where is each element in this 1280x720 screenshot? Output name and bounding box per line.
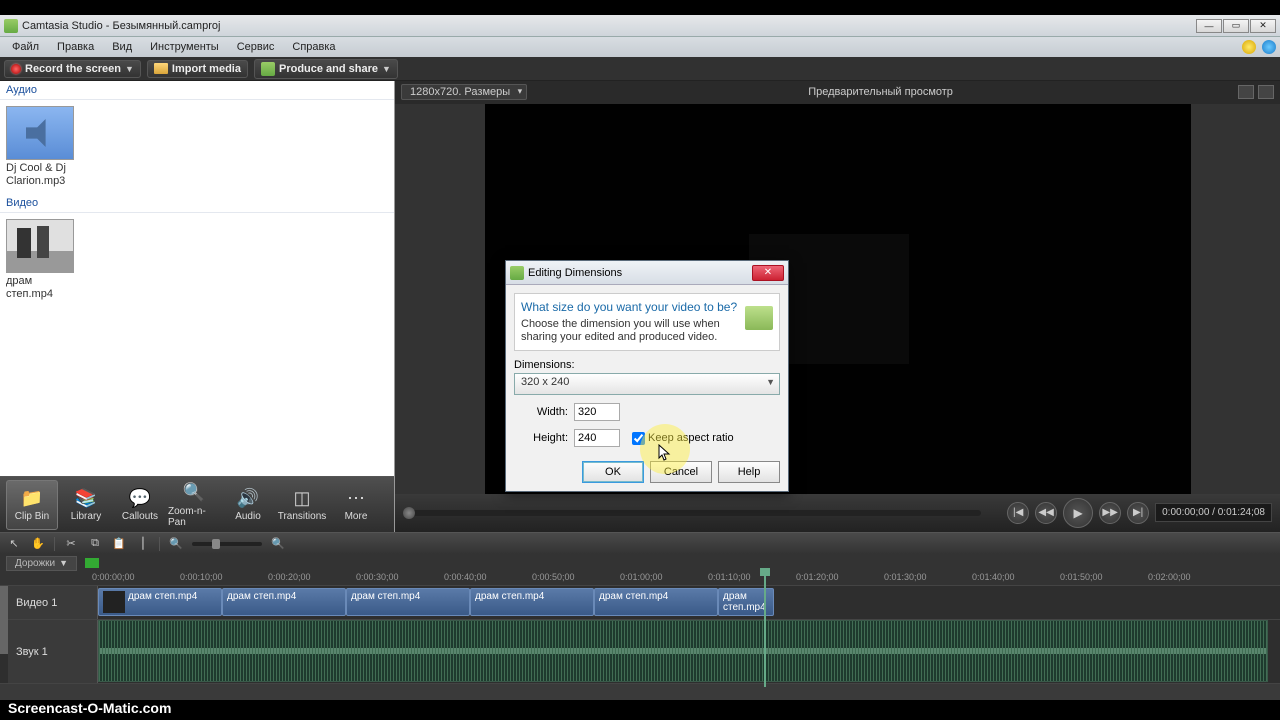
zoom-in-icon[interactable]: 🔍	[270, 536, 286, 552]
record-icon	[11, 64, 21, 74]
preview-snapshot-icon[interactable]	[1238, 85, 1254, 99]
step-forward-button[interactable]: ▶▶	[1099, 502, 1121, 524]
import-media-button[interactable]: Import media	[147, 60, 248, 78]
preview-dimensions-dropdown[interactable]: 1280x720. Размеры	[401, 84, 527, 100]
clip-bin-panel: Аудио Dj Cool & Dj Clarion.mp3 Видео дра…	[0, 81, 395, 532]
playback-controls: |◀ ◀◀ ▶ ▶▶ ▶| 0:00:00;00 / 0:01:24;08	[395, 494, 1280, 532]
split-tool-icon[interactable]: ⎮	[135, 536, 151, 552]
audio-track-1[interactable]: Звук 1	[0, 620, 1280, 684]
main-toolbar: Record the screen▼ Import media Produce …	[0, 57, 1280, 81]
minimize-button[interactable]: —	[1196, 19, 1222, 33]
next-clip-button[interactable]: ▶|	[1127, 502, 1149, 524]
timeline-ruler[interactable]: 0:00:00;000:00:10;000:00:20;000:00:30;00…	[0, 572, 1280, 586]
copy-tool-icon[interactable]: ⧉	[87, 536, 103, 552]
menu-edit[interactable]: Правка	[49, 39, 102, 55]
tab-transitions[interactable]: ◫Transitions	[276, 480, 328, 530]
cut-tool-icon[interactable]: ✂	[63, 536, 79, 552]
dimensions-dropdown[interactable]: 320 x 240	[514, 373, 780, 395]
dialog-titlebar[interactable]: Editing Dimensions ✕	[506, 261, 788, 285]
dialog-logo-icon	[745, 306, 773, 330]
video-track-1[interactable]: Видео 1 драм степ.mp4 драм степ.mp4 драм…	[0, 586, 1280, 620]
produce-share-button[interactable]: Produce and share▼	[254, 59, 398, 79]
prev-clip-button[interactable]: |◀	[1007, 502, 1029, 524]
cancel-button[interactable]: Cancel	[650, 461, 712, 483]
marker-indicator	[85, 558, 99, 568]
tool-tabs: 📁Clip Bin 📚Library 💬Callouts 🔍Zoom-n-Pan…	[0, 476, 394, 532]
height-input[interactable]	[574, 429, 620, 447]
tips-icon[interactable]	[1242, 40, 1256, 54]
window-titlebar: Camtasia Studio - Безымянный.camproj — ▭…	[0, 15, 1280, 37]
menu-service[interactable]: Сервис	[229, 39, 283, 55]
time-display: 0:00:00;00 / 0:01:24;08	[1155, 503, 1272, 522]
window-title: Camtasia Studio - Безымянный.camproj	[22, 20, 220, 32]
preview-title: Предварительный просмотр	[527, 86, 1234, 98]
editing-dimensions-dialog: Editing Dimensions ✕ What size do you wa…	[505, 260, 789, 492]
folder-icon	[154, 63, 168, 74]
tab-more[interactable]: ⋯More	[330, 480, 382, 530]
produce-icon	[261, 62, 275, 76]
help-button[interactable]: Help	[718, 461, 780, 483]
tab-clip-bin[interactable]: 📁Clip Bin	[6, 480, 58, 530]
playhead[interactable]	[764, 572, 766, 687]
menu-bar: Файл Правка Вид Инструменты Сервис Справ…	[0, 37, 1280, 57]
zoom-slider[interactable]	[192, 542, 262, 546]
tab-zoom[interactable]: 🔍Zoom-n-Pan	[168, 480, 220, 530]
zoom-out-icon[interactable]: 🔍	[168, 536, 184, 552]
menu-view[interactable]: Вид	[104, 39, 140, 55]
scrub-bar[interactable]	[403, 510, 981, 516]
width-label: Width:	[528, 406, 568, 418]
play-button[interactable]: ▶	[1063, 498, 1093, 528]
paste-tool-icon[interactable]: 📋	[111, 536, 127, 552]
ok-button[interactable]: OK	[582, 461, 644, 483]
tab-audio[interactable]: 🔊Audio	[222, 480, 274, 530]
tab-library[interactable]: 📚Library	[60, 480, 112, 530]
tracks-button[interactable]: Дорожки ▼	[6, 556, 77, 571]
record-screen-button[interactable]: Record the screen▼	[4, 60, 141, 78]
watermark: Screencast-O-Matic.com	[8, 700, 171, 716]
audio-section-header: Аудио	[0, 81, 394, 100]
tab-callouts[interactable]: 💬Callouts	[114, 480, 166, 530]
maximize-button[interactable]: ▭	[1223, 19, 1249, 33]
keep-aspect-label: Keep aspect ratio	[648, 432, 734, 444]
preview-fullscreen-icon[interactable]	[1258, 85, 1274, 99]
video-section-header: Видео	[0, 194, 394, 213]
cursor-tool-icon[interactable]: ↖	[6, 536, 22, 552]
height-label: Height:	[528, 432, 568, 444]
dimensions-label: Dimensions:	[514, 359, 780, 371]
dialog-question: What size do you want your video to be?	[521, 300, 773, 314]
hand-tool-icon[interactable]: ✋	[30, 536, 46, 552]
dialog-title: Editing Dimensions	[528, 267, 622, 279]
width-input[interactable]	[574, 403, 620, 421]
dialog-description: Choose the dimension you will use when s…	[521, 318, 721, 344]
clip-item-video[interactable]: драм степ.mp4	[6, 219, 78, 301]
app-icon	[4, 19, 18, 33]
keep-aspect-checkbox[interactable]	[632, 432, 645, 445]
menu-file[interactable]: Файл	[4, 39, 47, 55]
clip-item-audio[interactable]: Dj Cool & Dj Clarion.mp3	[6, 106, 78, 188]
speaker-icon	[26, 119, 54, 147]
step-back-button[interactable]: ◀◀	[1035, 502, 1057, 524]
menu-help[interactable]: Справка	[284, 39, 343, 55]
timeline-toolbar: ↖ ✋ ✂ ⧉ 📋 ⎮ 🔍 🔍	[0, 532, 1280, 554]
dialog-close-button[interactable]: ✕	[752, 265, 784, 281]
help-icon[interactable]	[1262, 40, 1276, 54]
menu-tools[interactable]: Инструменты	[142, 39, 227, 55]
dialog-app-icon	[510, 266, 524, 280]
close-button[interactable]: ✕	[1250, 19, 1276, 33]
